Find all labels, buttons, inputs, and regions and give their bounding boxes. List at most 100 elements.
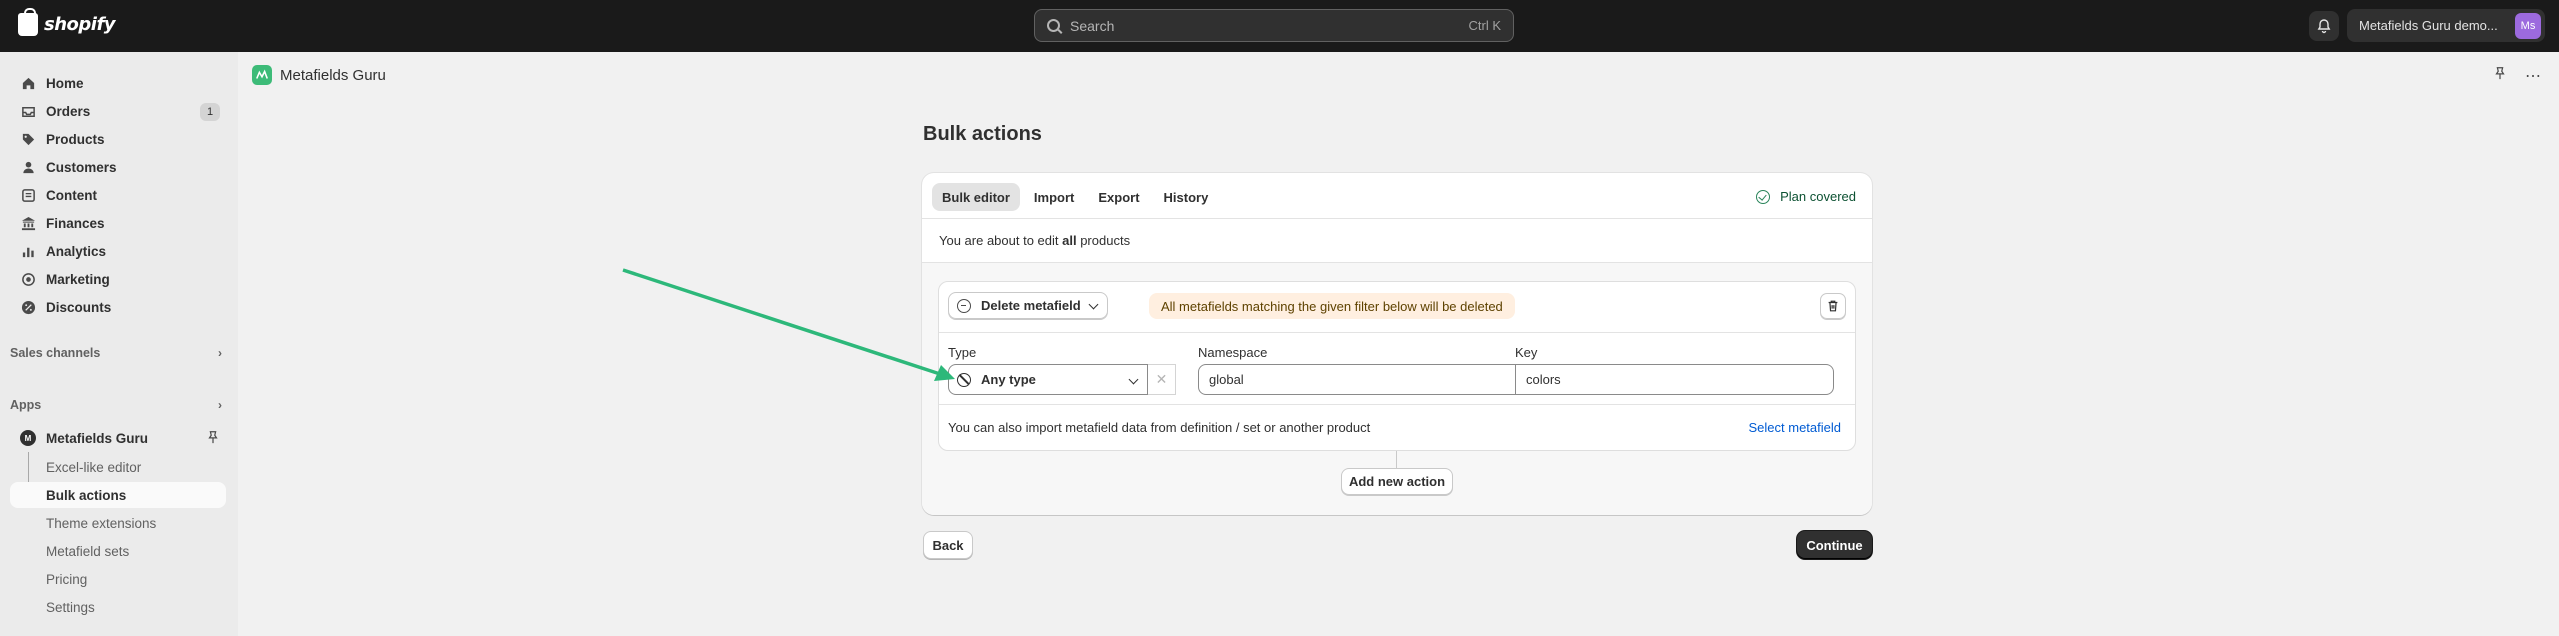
sidebar-sub-item-bulk-actions[interactable]: Bulk actions: [10, 482, 226, 508]
top-bar: shopify Search Ctrl K Metafields Guru de…: [0, 0, 2559, 52]
pin-icon[interactable]: [2493, 66, 2507, 86]
divider: [939, 332, 1855, 333]
sales-channels-section[interactable]: Sales channels ›: [10, 345, 226, 361]
chevron-down-icon: [1128, 374, 1139, 385]
namespace-input[interactable]: global: [1198, 364, 1516, 395]
edit-note-bold: all: [1062, 233, 1077, 248]
divider: [939, 404, 1855, 405]
sub-item-label: Metafield sets: [46, 543, 130, 559]
action-type-label: Delete metafield: [981, 298, 1081, 313]
home-icon: [20, 75, 36, 91]
sidebar-item-label: Products: [46, 131, 105, 147]
bulk-editor-card: Bulk editor Import Export History Plan c…: [922, 173, 1872, 515]
sidebar-item-label: Metafields Guru: [46, 430, 149, 446]
sidebar-item-discounts[interactable]: Discounts: [10, 293, 226, 321]
store-menu-button[interactable]: Metafields Guru demo... Ms: [2347, 9, 2545, 42]
tab-export[interactable]: Export: [1088, 183, 1149, 211]
search-input[interactable]: Search Ctrl K: [1034, 9, 1514, 42]
edit-note-prefix: You are about to edit: [939, 233, 1063, 248]
warning-badge: All metafields matching the given filter…: [1149, 293, 1515, 319]
add-new-action-button[interactable]: Add new action: [1341, 468, 1453, 495]
sidebar-sub-item-theme-extensions[interactable]: Theme extensions: [10, 510, 226, 536]
sidebar-item-products[interactable]: Products: [10, 125, 226, 153]
sidebar-item-content[interactable]: Content: [10, 181, 226, 209]
page-title: Bulk actions: [923, 123, 1042, 145]
sidebar-item-label: Finances: [46, 215, 105, 231]
sidebar-sub-item-settings[interactable]: Settings: [10, 594, 226, 620]
key-input[interactable]: colors: [1515, 364, 1834, 395]
sidebar-item-orders[interactable]: Orders 1: [10, 97, 226, 125]
edit-note-suffix: products: [1076, 233, 1131, 248]
sub-item-label: Theme extensions: [46, 515, 157, 531]
sidebar-item-label: Content: [46, 187, 97, 203]
store-name: Metafields Guru demo...: [2359, 18, 2498, 33]
back-button[interactable]: Back: [923, 531, 973, 559]
trash-icon: [1828, 300, 1838, 312]
close-icon: ✕: [1155, 371, 1168, 387]
metafields-guru-logo-icon: [252, 65, 272, 85]
delete-action-button[interactable]: [1820, 293, 1846, 319]
search-shortcut: Ctrl K: [1468, 18, 1502, 33]
app-title: Metafields Guru: [280, 66, 386, 84]
tab-bulk-editor[interactable]: Bulk editor: [932, 183, 1020, 211]
shopify-logo[interactable]: shopify: [18, 8, 116, 36]
target-icon: [20, 271, 36, 287]
sidebar-item-home[interactable]: Home: [10, 69, 226, 97]
prohibited-icon: [957, 372, 971, 387]
plan-status: Plan covered: [1756, 189, 1856, 204]
sidebar-item-label: Analytics: [46, 243, 107, 259]
key-label: Key: [1515, 345, 1538, 360]
apps-section[interactable]: Apps ›: [10, 397, 226, 413]
section-label: Sales channels: [10, 346, 101, 360]
namespace-label: Namespace: [1198, 345, 1268, 360]
action-card: Delete metafield All metafields matching…: [938, 281, 1856, 451]
sidebar-item-finances[interactable]: Finances: [10, 209, 226, 237]
bar-chart-icon: [20, 243, 36, 259]
sub-item-label: Excel-like editor: [46, 459, 142, 475]
chevron-down-icon: [1088, 299, 1099, 310]
divider: [922, 218, 1872, 219]
person-icon: [20, 159, 36, 175]
type-value: Any type: [981, 372, 1036, 387]
connector-line: [1396, 451, 1397, 468]
sidebar-sub-item-pricing[interactable]: Pricing: [10, 566, 226, 592]
more-options-icon[interactable]: ⋯: [2525, 66, 2541, 86]
edit-scope-note: You are about to edit all products: [939, 233, 1130, 248]
sidebar-item-label: Orders: [46, 103, 91, 119]
app-title-bar: Metafields Guru ⋯: [238, 52, 2559, 98]
clear-type-button[interactable]: ✕: [1148, 364, 1176, 395]
avatar: Ms: [2515, 13, 2541, 39]
shopify-bag-icon: [18, 8, 38, 36]
sidebar-sub-item-excel-editor[interactable]: Excel-like editor: [10, 454, 226, 480]
sidebar-item-marketing[interactable]: Marketing: [10, 265, 226, 293]
sidebar-item-metafields-guru[interactable]: M Metafields Guru: [10, 424, 226, 452]
tab-history[interactable]: History: [1154, 183, 1219, 211]
inbox-icon: [20, 103, 36, 119]
search-icon: [1047, 19, 1060, 32]
sidebar-item-customers[interactable]: Customers: [10, 153, 226, 181]
pin-icon[interactable]: [206, 430, 220, 447]
bell-icon: [2317, 19, 2331, 34]
section-label: Apps: [10, 398, 42, 412]
notifications-button[interactable]: [2309, 11, 2339, 41]
bank-icon: [20, 215, 36, 231]
sidebar-item-label: Home: [46, 75, 84, 91]
sidebar-sub-item-metafield-sets[interactable]: Metafield sets: [10, 538, 226, 564]
discount-icon: [20, 299, 36, 315]
action-type-dropdown[interactable]: Delete metafield: [948, 292, 1108, 319]
tab-bar: Bulk editor Import Export History: [932, 183, 1218, 211]
actions-area: Delete metafield All metafields matching…: [922, 263, 1872, 515]
sub-item-label: Settings: [46, 599, 95, 615]
sidebar-item-analytics[interactable]: Analytics: [10, 237, 226, 265]
continue-button[interactable]: Continue: [1797, 531, 1872, 559]
metafields-guru-app-icon: M: [20, 430, 36, 446]
orders-count-badge: 1: [200, 103, 220, 121]
minus-circle-icon: [957, 298, 971, 313]
check-circle-icon: [1756, 189, 1771, 204]
plan-status-text: Plan covered: [1780, 189, 1856, 204]
type-select[interactable]: Any type: [948, 364, 1148, 395]
select-metafield-link[interactable]: Select metafield: [1749, 420, 1842, 435]
tab-import[interactable]: Import: [1024, 183, 1084, 211]
logo-text: shopify: [44, 14, 116, 35]
type-label: Type: [948, 345, 977, 360]
